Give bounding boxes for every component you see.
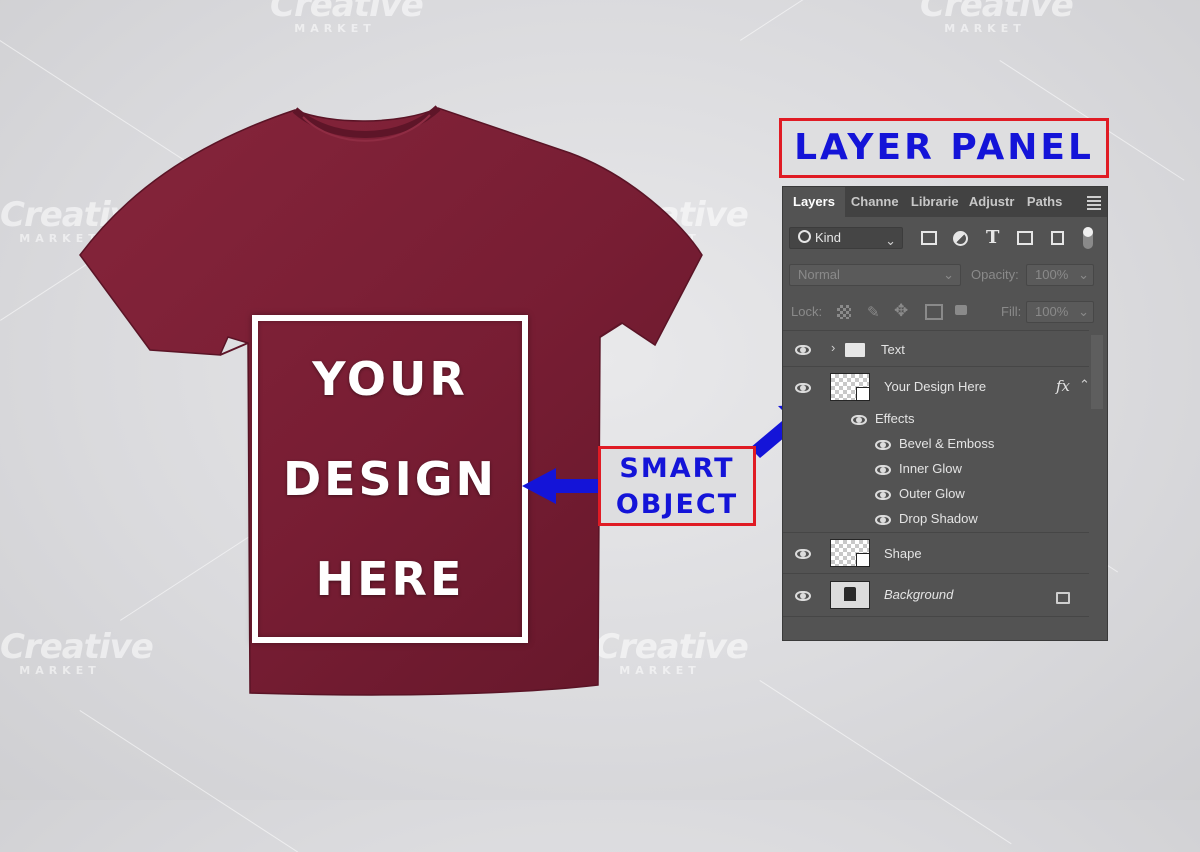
panel-tabs: Layers Channe Librarie Adjustr Paths <box>783 187 1107 217</box>
tab-adjustments[interactable]: Adjustr <box>963 187 1021 217</box>
tshirt-icon <box>844 587 856 601</box>
layer-name-your-design-here: Your Design Here <box>884 379 987 394</box>
tab-libraries[interactable]: Librarie <box>905 187 963 217</box>
lock-artboard-icon[interactable] <box>925 304 943 320</box>
tab-layers[interactable]: Layers <box>783 187 845 217</box>
layer-row-shape[interactable]: Shape <box>783 532 1089 573</box>
shape-filter-icon[interactable] <box>1017 231 1033 245</box>
arrow-left-icon <box>522 468 604 504</box>
visibility-eye-icon[interactable] <box>795 549 811 559</box>
lock-transparent-icon[interactable] <box>837 305 851 319</box>
smart-object-callout: SMART OBJECT <box>598 446 756 526</box>
visibility-eye-icon[interactable] <box>795 383 811 393</box>
chevron-down-icon: ⌄ <box>1078 304 1089 319</box>
watermark: Creative MARKET <box>920 0 1074 36</box>
watermark-sub: MARKET <box>944 22 1026 35</box>
design-text-your: YOUR <box>312 352 468 406</box>
layers-panel: Layers Channe Librarie Adjustr Paths Kin… <box>782 186 1108 641</box>
smart-object-thumbnail <box>830 373 870 401</box>
lock-paint-icon[interactable]: ✎ <box>867 303 880 321</box>
layers-scrollbar[interactable] <box>1091 335 1103 409</box>
watermark: Creative MARKET <box>270 0 424 36</box>
design-text-design: DESIGN <box>282 452 498 506</box>
shape-thumbnail <box>830 539 870 567</box>
adjustment-filter-icon[interactable] <box>953 231 968 246</box>
layer-name-text: Text <box>881 342 905 357</box>
layer-row-background[interactable]: Background <box>783 573 1089 617</box>
search-icon <box>798 230 811 243</box>
blend-mode-value: Normal <box>798 267 840 282</box>
visibility-eye-icon[interactable] <box>875 515 891 525</box>
background-thumbnail <box>830 581 870 609</box>
layer-name-shape: Shape <box>884 546 922 561</box>
filter-toggle-icon[interactable] <box>1083 227 1093 249</box>
tab-paths[interactable]: Paths <box>1021 187 1068 217</box>
design-text-here: HERE <box>315 552 465 606</box>
fill-value: 100% <box>1035 304 1069 319</box>
lock-move-icon[interactable]: ✥ <box>894 301 908 321</box>
chevron-right-icon[interactable]: › <box>831 340 835 355</box>
filter-kind-select[interactable]: Kind ⌄ <box>789 227 903 249</box>
opacity-label: Opacity: <box>971 267 1019 282</box>
type-filter-icon[interactable]: T <box>986 227 999 248</box>
opacity-input[interactable]: 100% ⌄ <box>1026 264 1094 286</box>
visibility-eye-icon[interactable] <box>875 490 891 500</box>
layer-row-text[interactable]: › Text <box>783 330 1089 367</box>
watermark-word: Creative <box>270 0 424 25</box>
fill-label: Fill: <box>1001 304 1022 319</box>
watermark-sub: MARKET <box>294 22 376 35</box>
smart-object-filter-icon[interactable] <box>1051 231 1064 245</box>
chevron-down-icon: ⌄ <box>1078 267 1089 282</box>
visibility-eye-icon[interactable] <box>795 591 811 601</box>
effects-label: Effects <box>875 411 915 426</box>
callout-line-2: OBJECT <box>615 489 739 520</box>
opacity-value: 100% <box>1035 267 1069 282</box>
visibility-eye-icon[interactable] <box>875 440 891 450</box>
layer-name-background: Background <box>884 587 954 602</box>
layer-row-your-design-here[interactable]: Your Design Here fx ⌃ Effects Bevel & Em… <box>783 366 1090 532</box>
layer-panel-title: LAYER PANEL <box>779 118 1109 178</box>
lock-icon <box>1056 592 1070 604</box>
effect-bevel-emboss[interactable]: Bevel & Emboss <box>899 436 994 451</box>
lock-all-icon[interactable] <box>955 305 967 315</box>
visibility-eye-icon[interactable] <box>851 415 867 425</box>
tab-channels[interactable]: Channe <box>845 187 905 217</box>
visibility-eye-icon[interactable] <box>795 345 811 355</box>
chevron-down-icon: ⌄ <box>943 267 954 282</box>
smart-object-badge-icon <box>856 387 870 401</box>
blend-mode-select[interactable]: Normal ⌄ <box>789 264 961 286</box>
fx-icon[interactable]: fx <box>1056 377 1070 395</box>
collapse-effects-icon[interactable]: ⌃ <box>1079 377 1090 393</box>
folder-icon <box>845 343 865 357</box>
image-filter-icon[interactable] <box>921 231 937 245</box>
callout-line-1: SMART <box>619 453 735 484</box>
effect-outer-glow[interactable]: Outer Glow <box>899 486 965 501</box>
lock-label: Lock: <box>791 304 823 319</box>
vector-mask-icon <box>856 553 870 567</box>
watermark-word: Creative <box>920 0 1074 25</box>
panel-menu-icon[interactable] <box>1087 196 1101 212</box>
effect-drop-shadow[interactable]: Drop Shadow <box>899 511 978 526</box>
visibility-eye-icon[interactable] <box>875 465 891 475</box>
fill-input[interactable]: 100% ⌄ <box>1026 301 1094 323</box>
chevron-down-icon: ⌄ <box>885 233 896 248</box>
effect-inner-glow[interactable]: Inner Glow <box>899 461 962 476</box>
filter-kind-label: Kind <box>815 230 842 245</box>
